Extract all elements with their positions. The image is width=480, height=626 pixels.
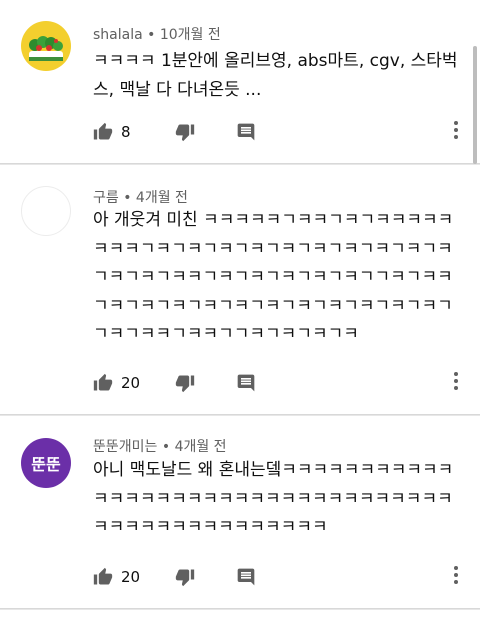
dislike-button[interactable] <box>175 120 195 144</box>
scrollbar[interactable] <box>473 46 477 164</box>
more-vertical-icon <box>453 565 459 589</box>
dislike-button[interactable] <box>175 371 195 395</box>
comment-author[interactable]: 구름 • 4개월 전 <box>93 187 188 207</box>
thumbs-down-icon <box>175 122 195 142</box>
like-button[interactable]: 20 <box>93 371 140 395</box>
comment-actions: 20 <box>93 565 473 589</box>
comment-text: ㅋㅋㅋㅋ 1분안에 올리브영, abs마트, cgv, 스타벅스, 맥날 다 다… <box>93 51 458 100</box>
like-count: 20 <box>121 374 141 392</box>
comment-actions: 20 <box>93 371 473 395</box>
more-button[interactable] <box>444 565 468 589</box>
more-vertical-icon <box>453 120 459 144</box>
reply-icon <box>236 373 256 393</box>
comment-time: • 4개월 전 <box>157 439 227 455</box>
comment-card-partial <box>0 610 480 626</box>
reply-button[interactable] <box>236 120 256 144</box>
comment-time: • 4개월 전 <box>118 190 188 206</box>
reply-button[interactable] <box>236 371 256 395</box>
thumbs-up-icon <box>93 373 113 393</box>
text-avatar[interactable]: 뚠뚠 <box>21 438 71 488</box>
more-button[interactable] <box>444 120 468 144</box>
reply-button[interactable] <box>236 565 256 589</box>
more-button[interactable] <box>444 371 468 395</box>
avatar-initials: 뚠뚠 <box>31 455 61 474</box>
like-button[interactable]: 20 <box>93 565 140 589</box>
author-name[interactable]: 구름 <box>93 190 119 206</box>
food-avatar[interactable] <box>21 21 71 71</box>
author-name[interactable]: 뚠뚠개미는 <box>93 439 157 455</box>
reply-icon <box>236 567 256 587</box>
blank-avatar[interactable] <box>21 186 71 236</box>
thumbs-up-icon <box>93 567 113 587</box>
thumbs-down-icon <box>175 567 195 587</box>
author-name[interactable]: shalala <box>93 27 143 43</box>
comment-text: 아 개웃겨 미친 ㅋㅋㅋㅋㅋㄱㅋㅋㄱㅋㄱㅋㅋㅋㅋㅋㅋㅋㅋㄱㅋㄱㅋㄱㅋㄱㅋㄱㅋㄱㅋ… <box>93 210 454 344</box>
reply-icon <box>236 122 256 142</box>
comment-card: 구름 • 4개월 전 아 개웃겨 미친 ㅋㅋㅋㅋㅋㄱㅋㅋㄱㅋㄱㅋㅋㅋㅋㅋㅋㅋㅋㄱ… <box>0 165 480 415</box>
comment-author[interactable]: shalala • 10개월 전 <box>93 24 221 44</box>
thumbs-up-icon <box>93 122 113 142</box>
thumbs-down-icon <box>175 373 195 393</box>
like-count: 8 <box>121 123 131 141</box>
comment-actions: 8 <box>93 120 473 144</box>
comment-text: 아니 맥도날드 왜 혼내는뎈ㅋㅋㅋㅋㅋㅋㅋㅋㅋㅋㅋㅋㅋㅋㅋㅋㅋㅋㅋㅋㅋㅋㅋㅋㅋㅋ… <box>93 460 454 537</box>
like-count: 20 <box>121 568 141 586</box>
like-button[interactable]: 8 <box>93 120 131 144</box>
comment-card: shalala • 10개월 전 ㅋㅋㅋㅋ 1분안에 올리브영, abs마트, … <box>0 0 480 164</box>
more-vertical-icon <box>453 371 459 395</box>
comment-author[interactable]: 뚠뚠개미는 • 4개월 전 <box>93 436 227 456</box>
comment-card: 뚠뚠 뚠뚠개미는 • 4개월 전 아니 맥도날드 왜 혼내는뎈ㅋㅋㅋㅋㅋㅋㅋㅋㅋ… <box>0 416 480 609</box>
dislike-button[interactable] <box>175 565 195 589</box>
comment-time: • 10개월 전 <box>142 27 221 43</box>
